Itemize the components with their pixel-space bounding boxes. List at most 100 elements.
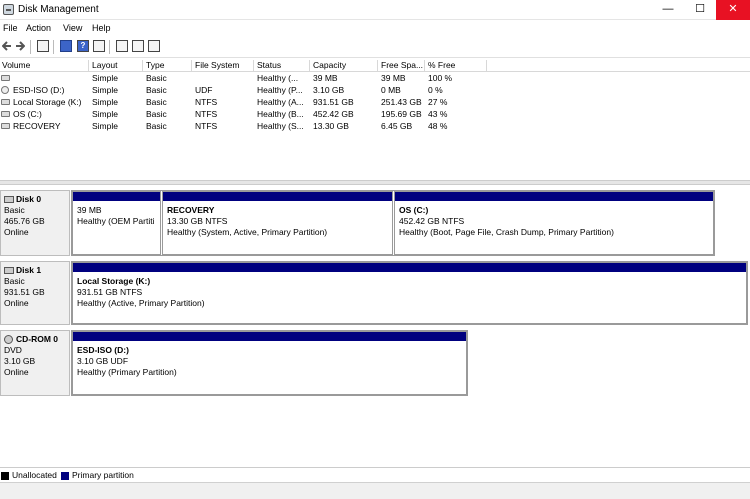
column-volume[interactable]: Volume: [0, 60, 89, 71]
disk-name: CD-ROM 0: [16, 334, 59, 344]
volume-capacity: 3.10 GB: [313, 85, 345, 95]
disk-state: Online: [4, 298, 29, 308]
column-capacity[interactable]: Capacity: [311, 60, 378, 71]
volume-type: Basic: [146, 97, 167, 107]
volume-type: Basic: [146, 109, 167, 119]
legend-primary-partition: Primary partition: [72, 470, 134, 480]
column-status[interactable]: Status: [255, 60, 310, 71]
volume-layout: Simple: [92, 109, 118, 119]
volume-name: ESD-ISO (D:): [13, 85, 65, 95]
legend: Unallocated Primary partition: [0, 467, 750, 482]
disk-state: Online: [4, 227, 29, 237]
unallocated-swatch: [1, 472, 9, 480]
partition-name: RECOVERY: [167, 205, 215, 215]
window-title: Disk Management: [18, 4, 99, 15]
volume-fs: NTFS: [195, 109, 218, 119]
maximize-button[interactable]: ☐: [684, 0, 716, 20]
partition-size: 931.51 GB NTFS: [77, 287, 143, 297]
view-icon[interactable]: [93, 40, 105, 52]
console-tree-icon[interactable]: [37, 40, 49, 52]
partition-local-storage-k[interactable]: Local Storage (K:) 931.51 GB NTFS Health…: [72, 262, 747, 324]
volume-free: 195.69 GB: [381, 109, 422, 119]
column-percent-free[interactable]: % Free: [426, 60, 487, 71]
disk-graphical-view: Disk 0 Basic 465.76 GB Online 39 MB Heal…: [0, 185, 750, 467]
help-icon[interactable]: ?: [77, 40, 89, 52]
volume-type: Basic: [146, 121, 167, 131]
disk-size: 3.10 GB: [4, 356, 36, 366]
partition-name: OS (C:): [399, 205, 429, 215]
column-free-space[interactable]: Free Spa...: [379, 60, 425, 71]
volume-row[interactable]: OS (C:) Simple Basic NTFS Healthy (B... …: [0, 109, 750, 121]
volume-status: Healthy (S...: [257, 121, 304, 131]
column-layout[interactable]: Layout: [90, 60, 143, 71]
back-arrow-icon[interactable]: [1, 40, 12, 53]
disk-kind: DVD: [4, 345, 22, 355]
column-file-system[interactable]: File System: [193, 60, 254, 71]
menu-view[interactable]: View: [63, 23, 82, 33]
disk-1-partitions: Local Storage (K:) 931.51 GB NTFS Health…: [71, 261, 748, 325]
disk-0-label[interactable]: Disk 0 Basic 465.76 GB Online: [0, 190, 70, 256]
volume-capacity: 452.42 GB: [313, 109, 354, 119]
menu-help[interactable]: Help: [92, 23, 111, 33]
partition-oem[interactable]: 39 MB Healthy (OEM Partiti: [72, 191, 161, 255]
volume-row[interactable]: Simple Basic Healthy (... 39 MB 39 MB 10…: [0, 73, 750, 85]
primary-partition-bar: [73, 332, 466, 341]
volume-status: Healthy (A...: [257, 97, 304, 107]
cdrom-0-label[interactable]: CD-ROM 0 DVD 3.10 GB Online: [0, 330, 70, 396]
volume-name: OS (C:): [13, 109, 42, 119]
properties-icon[interactable]: [60, 40, 72, 52]
forward-arrow-icon[interactable]: [15, 40, 26, 53]
primary-partition-bar: [163, 192, 392, 201]
minimize-button[interactable]: —: [652, 0, 684, 20]
volume-icon: [1, 123, 10, 129]
disk-0-partitions: 39 MB Healthy (OEM Partiti RECOVERY 13.3…: [71, 190, 715, 256]
partition-size: 13.30 GB NTFS: [167, 216, 228, 226]
partition-os-c[interactable]: OS (C:) 452.42 GB NTFS Healthy (Boot, Pa…: [394, 191, 714, 255]
volume-icon: [1, 75, 10, 81]
partition-esd-iso-d[interactable]: ESD-ISO (D:) 3.10 GB UDF Healthy (Primar…: [72, 331, 467, 395]
volume-row[interactable]: ESD-ISO (D:) Simple Basic UDF Healthy (P…: [0, 85, 750, 97]
primary-partition-swatch: [61, 472, 69, 480]
partition-size: 3.10 GB UDF: [77, 356, 129, 366]
refresh-icon[interactable]: [116, 40, 128, 52]
volume-status: Healthy (B...: [257, 109, 304, 119]
volume-layout: Simple: [92, 85, 118, 95]
menu-bar: File Action View Help: [0, 20, 750, 36]
partition-recovery[interactable]: RECOVERY 13.30 GB NTFS Healthy (System, …: [162, 191, 393, 255]
volume-icon: [1, 111, 10, 117]
partition-status: Healthy (OEM Partiti: [77, 216, 155, 226]
toolbar-separator: [109, 40, 110, 54]
volume-pct-free: 48 %: [428, 121, 448, 131]
volume-status: Healthy (P...: [257, 85, 303, 95]
hard-disk-icon: [4, 196, 14, 203]
disk-1-label[interactable]: Disk 1 Basic 931.51 GB Online: [0, 261, 70, 325]
volume-row[interactable]: RECOVERY Simple Basic NTFS Healthy (S...…: [0, 121, 750, 133]
partition-name: ESD-ISO (D:): [77, 345, 129, 355]
volume-list-header: Volume Layout Type File System Status Ca…: [0, 59, 750, 72]
disk-kind: Basic: [4, 276, 25, 286]
volume-free: 6.45 GB: [381, 121, 413, 131]
partition-status: Healthy (Primary Partition): [77, 367, 177, 377]
rescan-disks-icon[interactable]: [132, 40, 144, 52]
volume-free: 39 MB: [381, 73, 406, 83]
disk-management-icon: [3, 4, 14, 15]
volume-free: 0 MB: [381, 85, 401, 95]
volume-type: Basic: [146, 85, 167, 95]
volume-layout: Simple: [92, 73, 118, 83]
menu-file[interactable]: File: [3, 23, 18, 33]
settings-icon[interactable]: [148, 40, 160, 52]
volume-free: 251.43 GB: [381, 97, 422, 107]
disk-size: 931.51 GB: [4, 287, 45, 297]
disk-state: Online: [4, 367, 29, 377]
cd-rom-icon: [4, 335, 13, 344]
partition-status: Healthy (Boot, Page File, Crash Dump, Pr…: [399, 227, 614, 237]
toolbar-separator: [30, 40, 31, 54]
volume-row[interactable]: Local Storage (K:) Simple Basic NTFS Hea…: [0, 97, 750, 109]
disk-kind: Basic: [4, 205, 25, 215]
partition-status: Healthy (Active, Primary Partition): [77, 298, 205, 308]
volume-name: Local Storage (K:): [13, 97, 82, 107]
volume-capacity: 13.30 GB: [313, 121, 349, 131]
menu-action[interactable]: Action: [26, 23, 51, 33]
close-button[interactable]: ✕: [716, 0, 750, 20]
column-type[interactable]: Type: [144, 60, 192, 71]
